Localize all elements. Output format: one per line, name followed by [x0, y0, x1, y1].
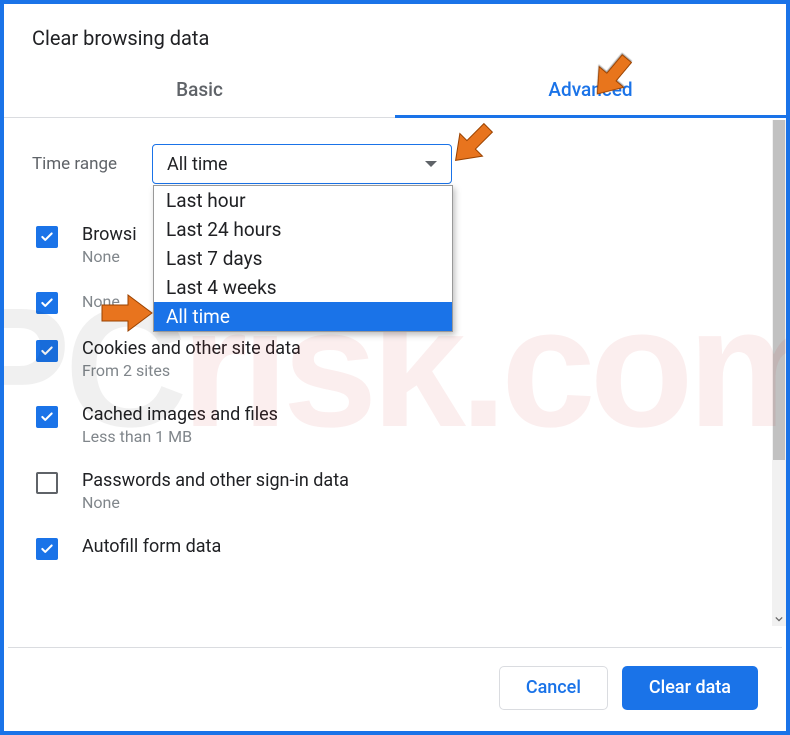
item-text: Autofill form data: [82, 536, 221, 559]
item-title: Cached images and files: [82, 404, 278, 425]
chevron-down-icon: [425, 161, 437, 167]
check-icon: [40, 230, 54, 244]
tab-advanced[interactable]: Advanced: [395, 64, 786, 117]
item-text: Passwords and other sign-in data None: [82, 470, 349, 512]
item-subtitle: None: [82, 292, 120, 311]
item-text: Browsi None: [82, 224, 137, 266]
option-last-24-hours[interactable]: Last 24 hours: [154, 215, 452, 244]
item-text: None: [82, 290, 120, 311]
list-item: Autofill form data: [32, 524, 762, 560]
item-subtitle: None: [82, 247, 137, 266]
option-last-7-days[interactable]: Last 7 days: [154, 244, 452, 273]
item-subtitle: From 2 sites: [82, 361, 301, 380]
check-icon: [40, 410, 54, 424]
scroll-area: Time range All time Last hour Last 24 ho…: [4, 118, 772, 628]
time-range-row: Time range All time Last hour Last 24 ho…: [32, 144, 762, 184]
clear-data-button[interactable]: Clear data: [622, 666, 758, 710]
option-all-time[interactable]: All time: [154, 302, 452, 331]
dialog-footer: Cancel Clear data: [8, 647, 782, 727]
dialog-frame: PCrisk.com Clear browsing data Basic Adv…: [0, 0, 790, 735]
time-range-dropdown: Last hour Last 24 hours Last 7 days Last…: [153, 185, 453, 332]
item-title: Cookies and other site data: [82, 338, 301, 359]
item-title: Browsi: [82, 224, 137, 245]
option-last-4-weeks[interactable]: Last 4 weeks: [154, 273, 452, 302]
tab-basic[interactable]: Basic: [4, 64, 395, 117]
time-range-value: All time: [167, 154, 425, 175]
item-text: Cookies and other site data From 2 sites: [82, 338, 301, 380]
list-item: Cookies and other site data From 2 sites: [32, 326, 762, 392]
checkbox-autofill[interactable]: [36, 538, 58, 560]
item-text: Cached images and files Less than 1 MB: [82, 404, 278, 446]
check-icon: [40, 542, 54, 556]
option-last-hour[interactable]: Last hour: [154, 186, 452, 215]
item-title: Passwords and other sign-in data: [82, 470, 349, 491]
tab-bar: Basic Advanced: [4, 64, 786, 118]
check-icon: [40, 296, 54, 310]
checkbox-cookies[interactable]: [36, 340, 58, 362]
checkbox-cache[interactable]: [36, 406, 58, 428]
checkbox-browsing-history[interactable]: [36, 226, 58, 248]
scrollbar-thumb[interactable]: [773, 120, 785, 460]
list-item: Cached images and files Less than 1 MB: [32, 392, 762, 458]
content-area: Time range All time Last hour Last 24 ho…: [4, 118, 786, 628]
checkbox-passwords[interactable]: [36, 472, 58, 494]
item-subtitle: None: [82, 493, 349, 512]
scrollbar[interactable]: [772, 120, 786, 626]
check-icon: [40, 344, 54, 358]
scrollbar-down-icon[interactable]: [772, 612, 786, 626]
list-item: Passwords and other sign-in data None: [32, 458, 762, 524]
time-range-select[interactable]: All time Last hour Last 24 hours Last 7 …: [152, 144, 452, 184]
dialog-title: Clear browsing data: [4, 4, 786, 64]
time-range-label: Time range: [32, 154, 152, 174]
item-title: Autofill form data: [82, 536, 221, 557]
item-subtitle: Less than 1 MB: [82, 427, 278, 446]
checkbox-download-history[interactable]: [36, 292, 58, 314]
cancel-button[interactable]: Cancel: [499, 666, 608, 710]
